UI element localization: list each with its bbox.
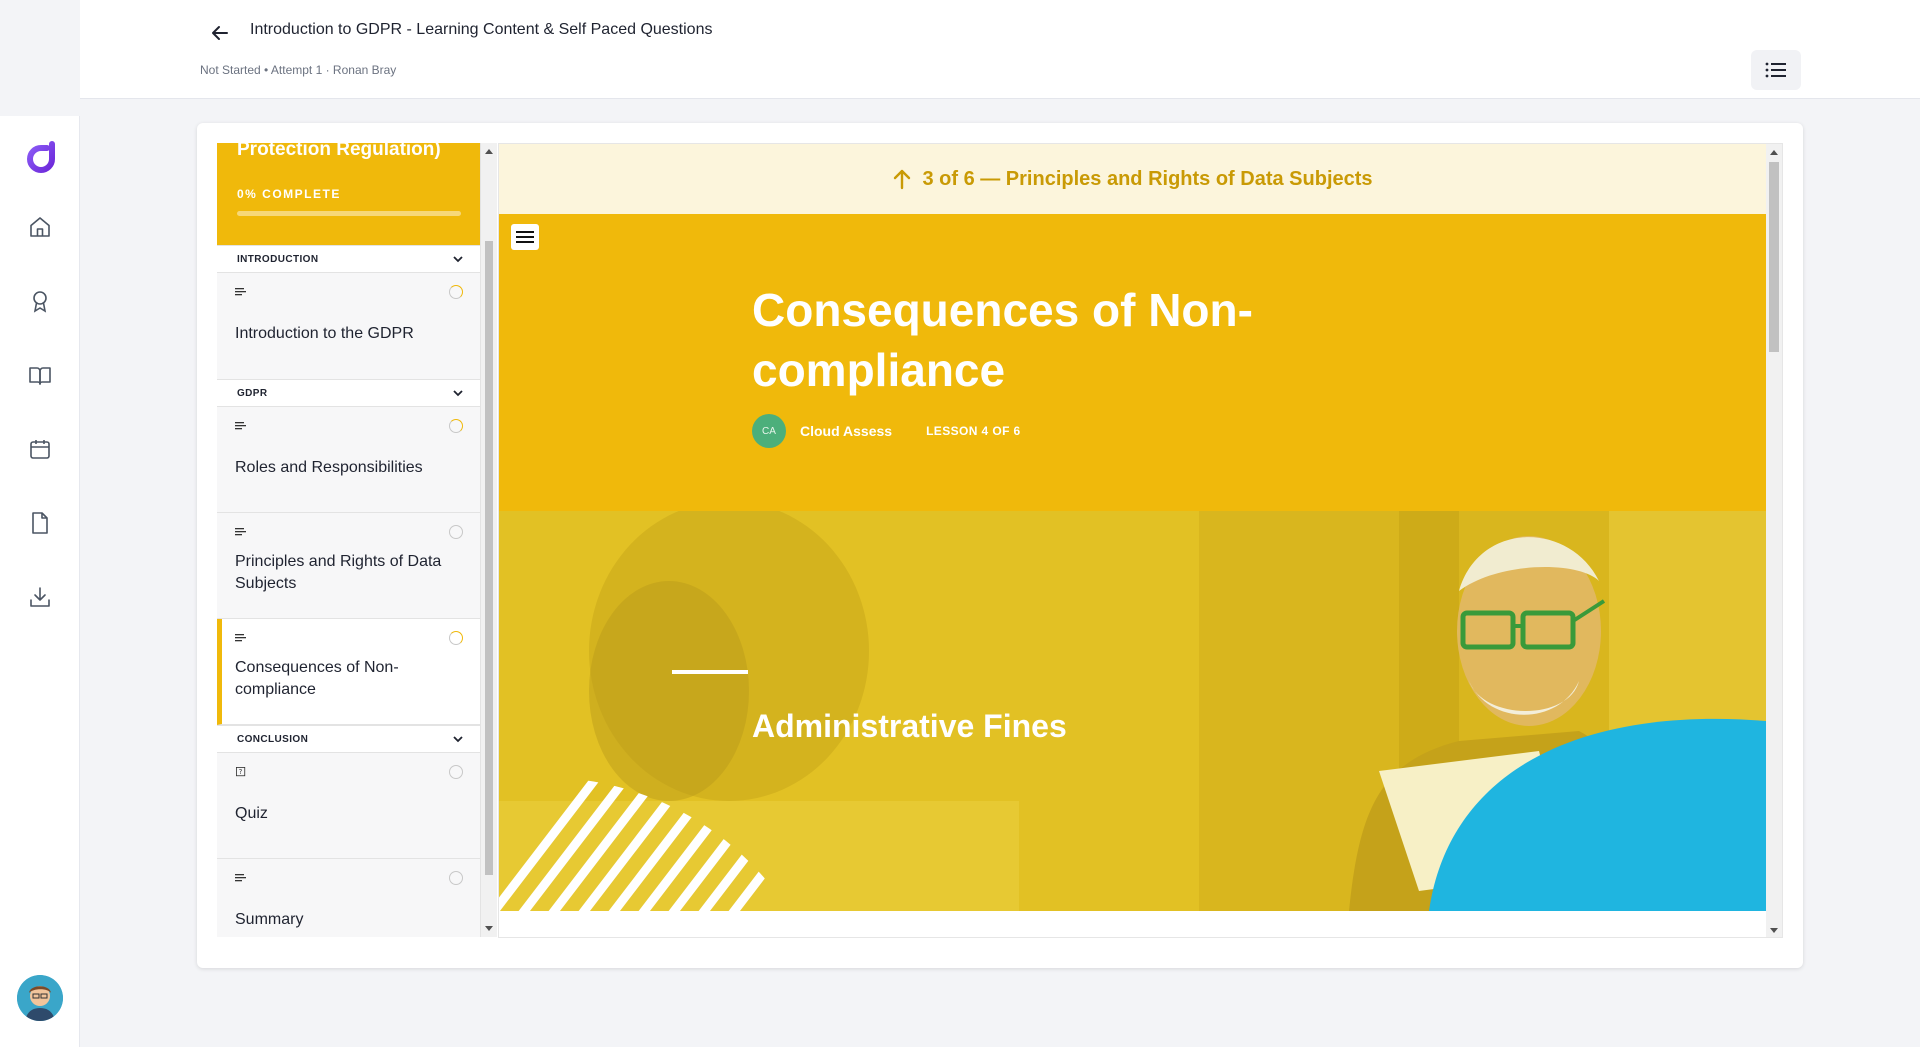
content-scrollbar-thumb[interactable] [1769, 162, 1779, 352]
progress-label: 0% COMPLETE [237, 187, 341, 201]
attempt-meta: Not Started • Attempt 1 · Ronan Bray [200, 63, 397, 77]
lesson-status-icon [449, 285, 463, 299]
lesson-item[interactable]: Roles and Responsibilities [217, 407, 480, 513]
lesson-item[interactable]: Introduction to the GDPR [217, 273, 480, 381]
calendar-icon[interactable] [28, 437, 52, 461]
banner-divider [672, 670, 748, 674]
text-lines-icon [235, 422, 246, 430]
section-introduction[interactable]: INTRODUCTION [217, 245, 480, 273]
author-name: Cloud Assess [800, 423, 893, 439]
lesson-title: Consequences of Non-compliance [235, 659, 399, 698]
lesson-status-icon [449, 871, 463, 885]
book-icon[interactable] [28, 363, 52, 387]
scroll-down-icon[interactable] [485, 926, 493, 931]
previous-lesson-link[interactable]: 3 of 6 — Principles and Rights of Data S… [499, 144, 1766, 214]
author-row: CA Cloud Assess LESSON 4 OF 6 [752, 414, 1021, 448]
chevron-down-icon [453, 735, 463, 742]
hamburger-menu-button[interactable] [511, 224, 539, 250]
lesson-count: LESSON 4 OF 6 [926, 424, 1021, 438]
scroll-up-icon[interactable] [1770, 150, 1778, 155]
home-icon[interactable] [28, 215, 52, 239]
lesson-title: Principles and Rights of Data Subjects [235, 553, 442, 592]
quiz-icon: ? [236, 767, 246, 777]
previous-lesson-label: 3 of 6 — Principles and Rights of Data S… [922, 167, 1373, 190]
section-label: INTRODUCTION [237, 253, 319, 265]
lesson-status-icon [449, 419, 463, 433]
user-avatar[interactable] [17, 975, 63, 1021]
scroll-down-icon[interactable] [1770, 928, 1778, 933]
download-icon[interactable] [28, 585, 52, 609]
lesson-status-icon [449, 765, 463, 779]
lesson-item[interactable]: Summary [217, 859, 480, 937]
arrow-up-icon [894, 169, 911, 190]
outline-scrollbar-thumb[interactable] [485, 241, 493, 875]
lesson-heading: Consequences of Non-compliance [752, 284, 1253, 396]
section-conclusion[interactable]: CONCLUSION [217, 725, 480, 753]
page-header: Introduction to GDPR - Learning Content … [80, 0, 1920, 99]
chevron-down-icon [453, 389, 463, 396]
lesson-title: Introduction to the GDPR [235, 325, 414, 342]
svg-text:?: ? [239, 768, 243, 776]
course-title: Protection Regulation) [237, 143, 441, 160]
back-button[interactable] [202, 17, 238, 49]
lesson-title: Quiz [235, 805, 268, 822]
banner-heading: Administrative Fines [752, 708, 1067, 744]
lesson-hero: Consequences of Non-compliance CA Cloud … [499, 214, 1766, 511]
app-rail [0, 116, 80, 1047]
content-scrollbar[interactable] [1766, 144, 1782, 937]
lesson-status-icon [449, 525, 463, 539]
lesson-content: 3 of 6 — Principles and Rights of Data S… [498, 143, 1783, 938]
course-outline: Protection Regulation) 0% COMPLETE INTRO… [217, 143, 481, 937]
section-label: GDPR [237, 387, 268, 399]
course-outline-header: Protection Regulation) 0% COMPLETE [217, 143, 480, 245]
scroll-up-icon[interactable] [485, 149, 493, 154]
rail-top-spacer [0, 0, 80, 116]
outline-menu-button[interactable] [1751, 50, 1801, 90]
lesson-title: Summary [235, 911, 304, 928]
arrow-left-icon [212, 26, 228, 40]
section-banner: Administrative Fines [499, 511, 1766, 911]
lesson-item[interactable]: Principles and Rights of Data Subjects [217, 513, 480, 619]
text-lines-icon [235, 528, 246, 536]
lesson-item-active[interactable]: Consequences of Non-compliance [217, 619, 480, 725]
chevron-down-icon [453, 255, 463, 262]
text-lines-icon [235, 634, 246, 642]
lesson-item[interactable]: ? Quiz [217, 753, 480, 859]
text-lines-icon [235, 288, 246, 296]
award-icon[interactable] [28, 289, 52, 313]
list-icon [1765, 62, 1786, 78]
page-title: Introduction to GDPR - Learning Content … [250, 21, 713, 38]
banner-photo [499, 511, 1766, 911]
outline-scrollbar[interactable] [481, 143, 497, 937]
author-avatar: CA [752, 414, 786, 448]
course-card: Protection Regulation) 0% COMPLETE INTRO… [197, 123, 1803, 968]
logo-icon[interactable] [22, 139, 58, 175]
section-label: CONCLUSION [237, 733, 309, 745]
section-gdpr[interactable]: GDPR [217, 379, 480, 407]
progress-bar [237, 211, 461, 216]
text-lines-icon [235, 874, 246, 882]
lesson-status-icon [449, 631, 463, 645]
document-icon[interactable] [28, 511, 52, 535]
lesson-title: Roles and Responsibilities [235, 459, 423, 476]
